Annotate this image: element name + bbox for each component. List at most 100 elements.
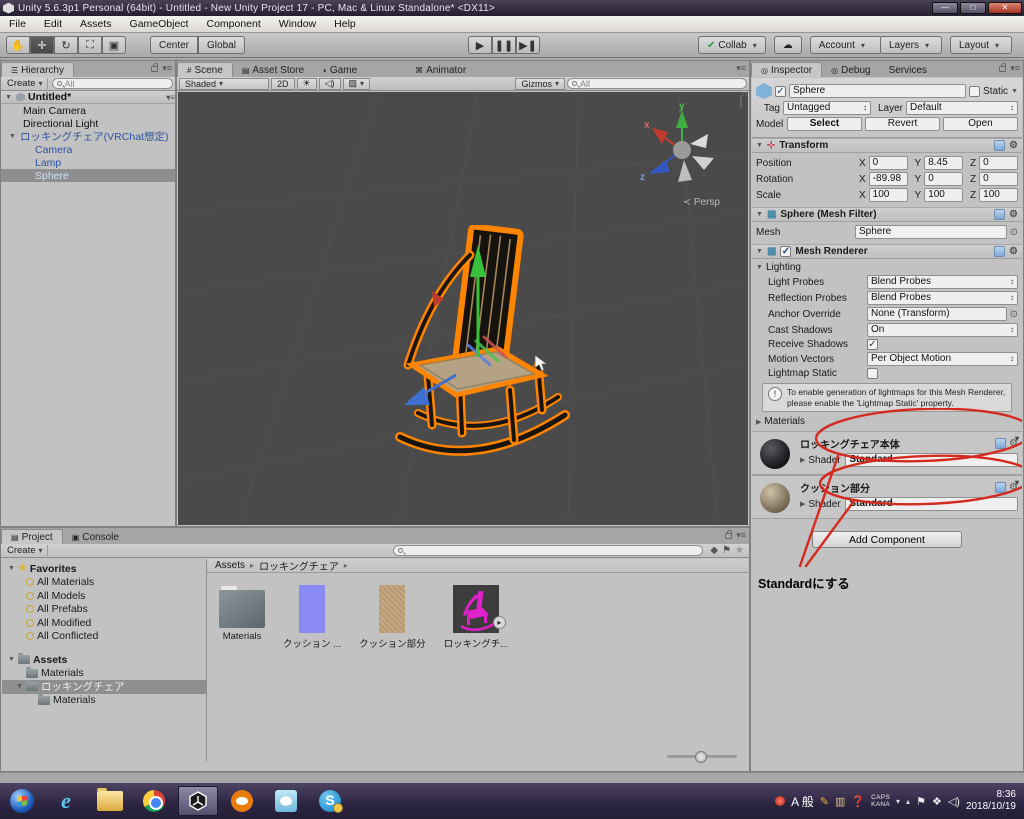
- tray-help-icon[interactable]: ❓: [851, 795, 865, 808]
- help-icon[interactable]: [994, 140, 1005, 151]
- hierarchy-item-camera[interactable]: Camera: [1, 143, 175, 156]
- search-by-type-icon[interactable]: ◆: [710, 545, 718, 556]
- gear-icon[interactable]: ⚙: [1009, 209, 1018, 220]
- favorite-all-modified[interactable]: All Modified: [2, 616, 206, 630]
- scene-effects-dropdown[interactable]: ▨: [343, 78, 371, 90]
- taskbar-clock[interactable]: 8:36 2018/10/19: [966, 789, 1016, 813]
- breadcrumb-rocking-chair[interactable]: ロッキングチェア: [259, 558, 339, 573]
- light-probes-dropdown[interactable]: Blend Probes: [867, 275, 1018, 289]
- favorite-all-models[interactable]: All Models: [2, 589, 206, 603]
- panel-menu-icon[interactable]: ▾≡: [1010, 63, 1020, 74]
- tab-services[interactable]: Services: [880, 63, 936, 77]
- space-toggle[interactable]: Global: [198, 36, 245, 54]
- panel-menu-icon[interactable]: ▾≡: [736, 530, 746, 541]
- lightmap-static-checkbox[interactable]: [867, 368, 878, 379]
- tab-project[interactable]: ▤ Project: [1, 529, 63, 544]
- transform-header[interactable]: ▼ ⊹ Transform ⚙: [752, 138, 1022, 153]
- mesh-renderer-header[interactable]: ▼ ▩ Mesh Renderer ⚙: [752, 244, 1022, 259]
- help-icon[interactable]: [994, 209, 1005, 220]
- object-name-field[interactable]: Sphere: [789, 84, 966, 98]
- cloud-button[interactable]: ☁: [774, 36, 802, 54]
- rect-tool-icon[interactable]: ▣: [102, 36, 126, 54]
- hand-tool-icon[interactable]: ✋: [6, 36, 30, 54]
- static-checkbox[interactable]: [969, 86, 980, 97]
- menu-gameobject[interactable]: GameObject: [121, 18, 198, 30]
- move-tool-icon[interactable]: ✛: [30, 36, 54, 54]
- tab-hierarchy[interactable]: ☰ Hierarchy: [1, 62, 74, 77]
- scene-lighting-icon[interactable]: ☀: [297, 78, 317, 90]
- mesh-object-field[interactable]: Sphere: [855, 225, 1007, 239]
- object-picker-icon[interactable]: ⊙: [1010, 227, 1018, 238]
- panel-menu-icon[interactable]: ▾≡: [736, 63, 746, 74]
- tab-game[interactable]: ◖ Game: [313, 63, 366, 77]
- menu-component[interactable]: Component: [197, 18, 269, 30]
- lighting-foldout[interactable]: ▼ Lighting: [756, 262, 1018, 273]
- tab-console[interactable]: ▣ Console: [63, 530, 128, 544]
- caps-kana-indicator[interactable]: CAPSKANA: [871, 794, 890, 808]
- position-x-field[interactable]: 0: [869, 156, 908, 170]
- favorites-root[interactable]: ▼ ★ Favorites: [2, 562, 206, 576]
- step-button[interactable]: ▶❚: [516, 36, 540, 54]
- hierarchy-item-main-camera[interactable]: Main Camera: [1, 104, 175, 117]
- favorite-all-conflicted[interactable]: All Conflicted: [2, 630, 206, 644]
- tab-asset-store[interactable]: ▤ Asset Store: [233, 63, 313, 77]
- lock-icon[interactable]: [740, 95, 742, 108]
- play-button[interactable]: ▶: [468, 36, 492, 54]
- favorite-all-prefabs[interactable]: All Prefabs: [2, 603, 206, 617]
- materials-foldout[interactable]: ▶ Materials: [756, 416, 1018, 427]
- scale-z-field[interactable]: 100: [979, 188, 1018, 202]
- menu-edit[interactable]: Edit: [35, 18, 71, 30]
- object-picker-icon[interactable]: ⊙: [1010, 309, 1018, 320]
- ime-dropdown-icon[interactable]: ▾: [896, 797, 900, 806]
- layout-dropdown[interactable]: Layout: [950, 36, 1012, 54]
- tab-animator[interactable]: ⌘ Animator: [406, 63, 475, 77]
- scene-menu-icon[interactable]: ▾≡: [166, 93, 175, 102]
- search-by-label-icon[interactable]: ⚑: [722, 545, 731, 556]
- scale-tool-icon[interactable]: ⛶: [78, 36, 102, 54]
- help-icon[interactable]: [995, 482, 1006, 493]
- foldout-icon[interactable]: ▼: [9, 133, 17, 140]
- asset-cushion-normalmap[interactable]: クッション ...: [283, 585, 341, 650]
- tag-dropdown[interactable]: Untagged: [783, 101, 871, 115]
- rotation-y-field[interactable]: 0: [924, 172, 963, 186]
- foldout-icon[interactable]: ▼: [756, 142, 763, 149]
- scale-y-field[interactable]: 100: [924, 188, 963, 202]
- maximize-button[interactable]: □: [960, 2, 986, 14]
- gear-icon[interactable]: ⚙: [1009, 140, 1018, 151]
- tab-inspector[interactable]: ◎ Inspector: [751, 62, 822, 77]
- blender-icon[interactable]: [222, 786, 262, 816]
- tree-item-materials-child[interactable]: Materials: [2, 694, 206, 708]
- foldout-icon[interactable]: ▶: [800, 500, 805, 508]
- thumbnail-size-slider[interactable]: [667, 755, 737, 758]
- rotation-z-field[interactable]: 0: [979, 172, 1018, 186]
- scene-audio-icon[interactable]: ◁): [319, 78, 341, 90]
- static-dropdown-icon[interactable]: ▼: [1011, 88, 1018, 95]
- assets-root[interactable]: ▼ Assets: [2, 653, 206, 667]
- tab-debug[interactable]: ◎ Debug: [822, 63, 879, 77]
- foldout-icon[interactable]: ▼: [8, 565, 15, 572]
- position-z-field[interactable]: 0: [979, 156, 1018, 170]
- receive-shadows-checkbox[interactable]: [867, 339, 878, 350]
- foldout-icon[interactable]: ▼: [5, 94, 13, 101]
- start-button[interactable]: [2, 786, 42, 816]
- menu-window[interactable]: Window: [270, 18, 325, 30]
- layers-dropdown[interactable]: Layers: [880, 36, 942, 54]
- breadcrumb-assets[interactable]: Assets: [215, 560, 245, 571]
- material-preview-sphere[interactable]: [760, 439, 790, 469]
- foldout-icon[interactable]: ▼: [16, 683, 23, 690]
- layer-dropdown[interactable]: Default: [906, 101, 1018, 115]
- persp-label[interactable]: Persp: [683, 197, 720, 208]
- menu-file[interactable]: File: [0, 18, 35, 30]
- scene-search-input[interactable]: All: [567, 78, 747, 89]
- asset-materials-folder[interactable]: Materials: [219, 585, 265, 650]
- pause-button[interactable]: ❚❚: [492, 36, 516, 54]
- account-dropdown[interactable]: Account: [810, 36, 882, 54]
- gizmos-dropdown[interactable]: Gizmos: [515, 78, 565, 90]
- lock-icon[interactable]: [725, 533, 732, 539]
- minimize-button[interactable]: —: [932, 2, 958, 14]
- material-preview-sphere[interactable]: [760, 483, 790, 513]
- favorite-all-materials[interactable]: All Materials: [2, 576, 206, 590]
- model-revert-button[interactable]: Revert: [865, 117, 940, 131]
- dropbox-icon[interactable]: ❖: [932, 795, 942, 808]
- chrome-icon[interactable]: [134, 786, 174, 816]
